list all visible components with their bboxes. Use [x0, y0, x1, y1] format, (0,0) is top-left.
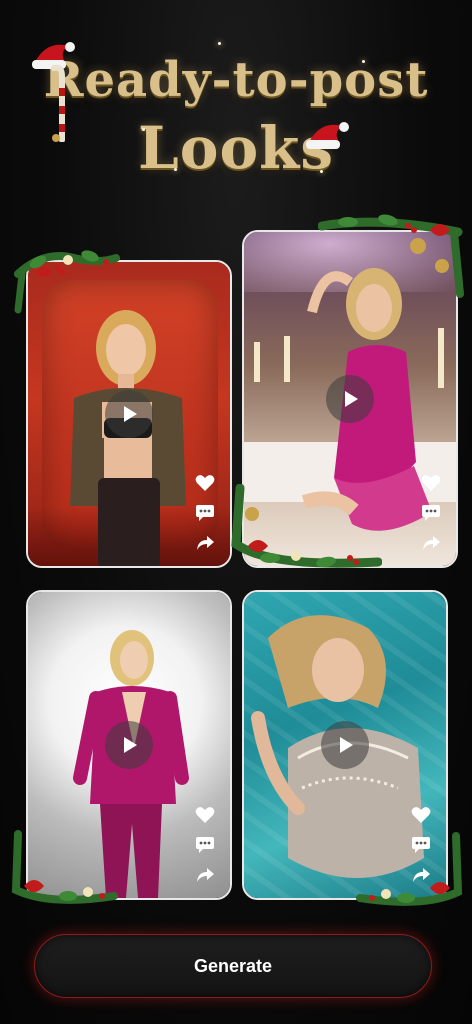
comment-icon — [196, 505, 214, 521]
sparkle — [174, 168, 177, 171]
generate-button[interactable]: Generate — [34, 934, 432, 998]
comment-icon — [422, 505, 440, 521]
share-button[interactable] — [194, 864, 216, 886]
page-title-line2: Looks — [138, 114, 334, 182]
comment-button[interactable] — [420, 502, 442, 524]
holly-garland-icon — [14, 250, 120, 314]
play-button[interactable] — [321, 721, 369, 769]
play-icon — [124, 406, 137, 422]
play-button[interactable] — [326, 375, 374, 423]
sparkle — [320, 170, 323, 173]
holly-garland-icon — [356, 832, 463, 906]
card-actions — [194, 804, 216, 886]
comment-button[interactable] — [194, 834, 216, 856]
holly-garland-icon — [11, 830, 118, 904]
heart-icon — [195, 807, 215, 823]
like-button[interactable] — [194, 804, 216, 826]
play-icon — [124, 737, 137, 753]
play-icon — [340, 737, 353, 753]
comment-button[interactable] — [194, 502, 216, 524]
like-button[interactable] — [194, 472, 216, 494]
sparkle — [362, 60, 365, 63]
play-button[interactable] — [105, 390, 153, 438]
heart-icon — [421, 475, 441, 491]
share-button[interactable] — [420, 532, 442, 554]
heart-icon — [411, 807, 431, 823]
share-icon — [197, 868, 214, 882]
play-icon — [345, 391, 358, 407]
card-actions — [194, 472, 216, 554]
santa-hat-icon — [306, 122, 349, 149]
holly-garland-icon — [231, 484, 382, 568]
play-button[interactable] — [105, 721, 153, 769]
holly-garland-icon — [318, 214, 464, 298]
share-button[interactable] — [194, 532, 216, 554]
candy-cane-icon — [51, 64, 65, 142]
like-button[interactable] — [410, 804, 432, 826]
share-icon — [197, 536, 214, 550]
share-icon — [423, 536, 440, 550]
heart-icon — [195, 475, 215, 491]
sparkle — [142, 128, 145, 131]
like-button[interactable] — [420, 472, 442, 494]
sparkle — [218, 42, 221, 45]
card-actions — [420, 472, 442, 554]
comment-icon — [196, 837, 214, 853]
